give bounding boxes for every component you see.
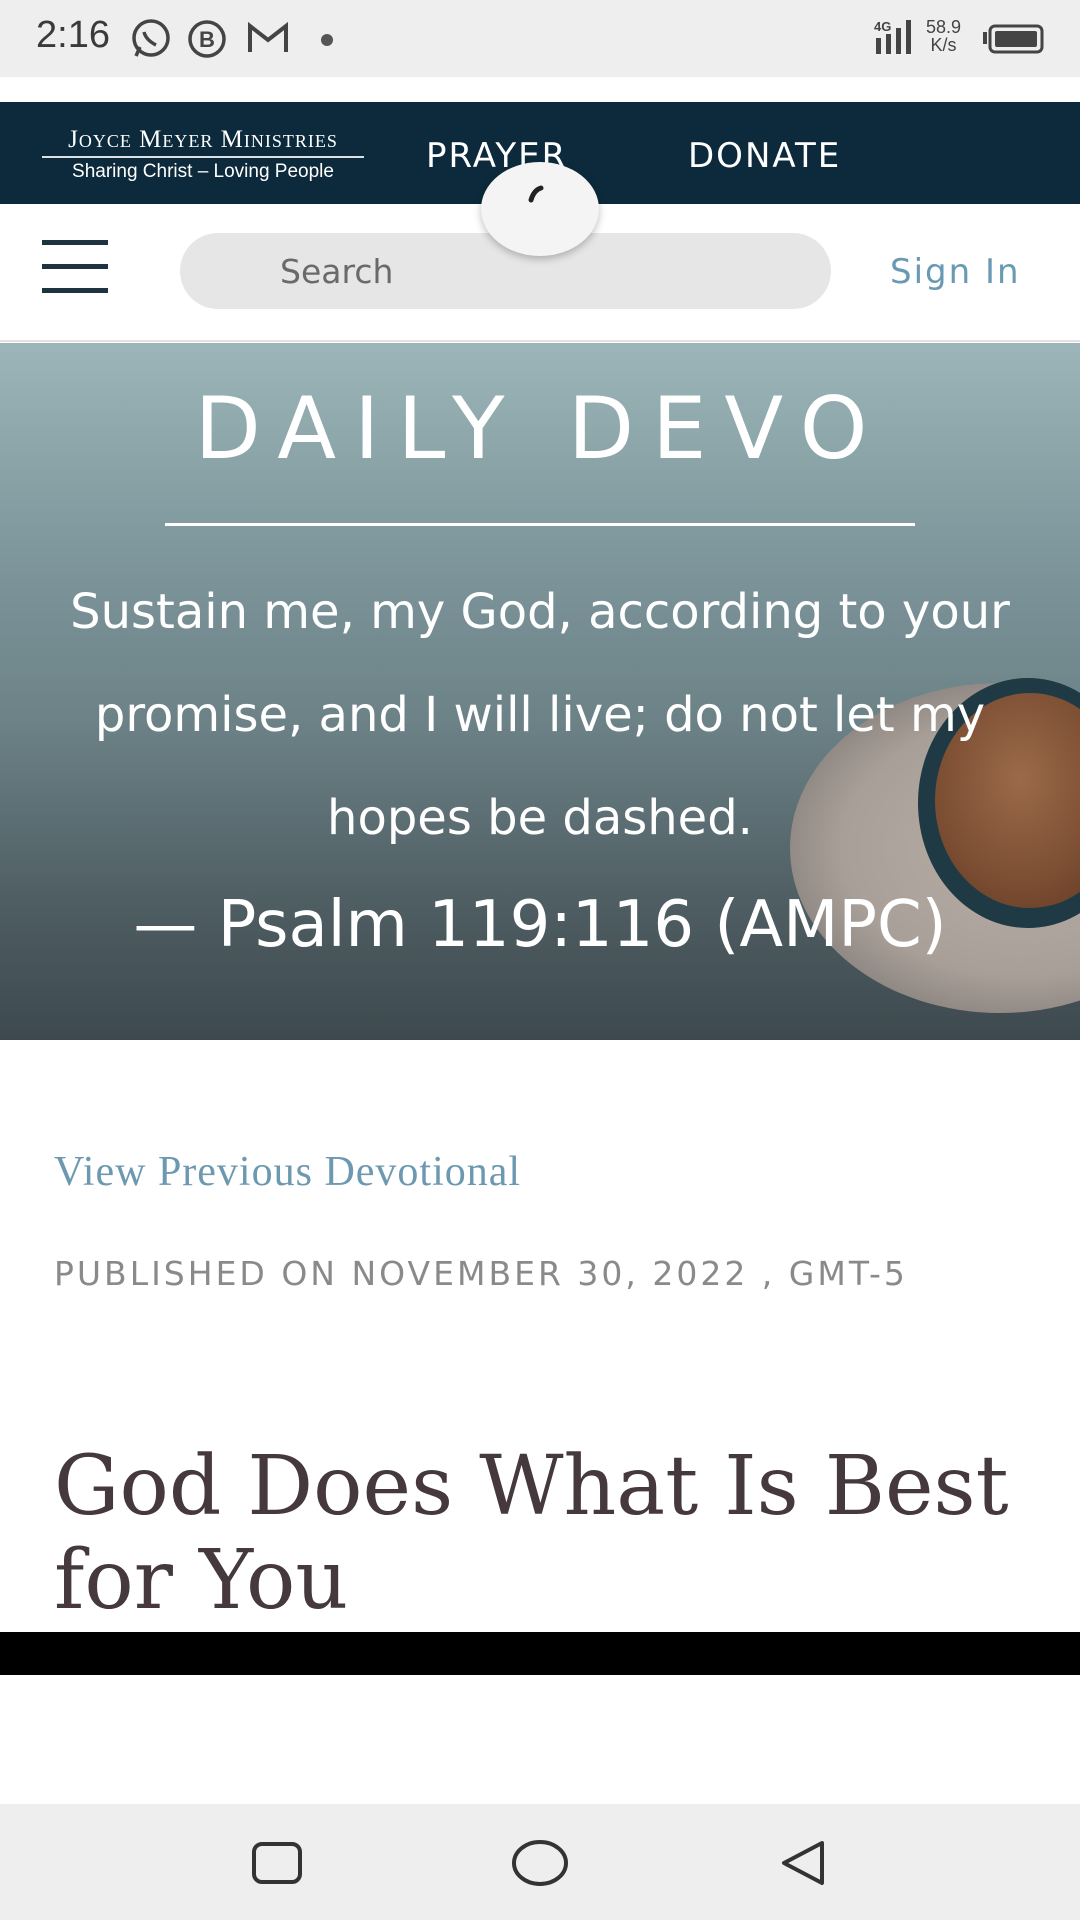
brand-logo[interactable]: Joyce Meyer Ministries Sharing Christ – … bbox=[28, 126, 378, 183]
black-band bbox=[0, 1632, 1080, 1675]
hamburger-menu-icon[interactable] bbox=[42, 240, 108, 294]
net-speed: 58.9 K/s bbox=[926, 18, 961, 54]
hero-divider bbox=[165, 523, 915, 526]
system-nav-bar bbox=[0, 1804, 1080, 1920]
whatsapp-icon bbox=[130, 18, 172, 64]
nav-donate-link[interactable]: DONATE bbox=[688, 136, 841, 176]
back-button-icon[interactable] bbox=[778, 1838, 830, 1892]
view-previous-devotional-link[interactable]: View Previous Devotional bbox=[54, 1148, 521, 1196]
published-date: PUBLISHED ON NOVEMBER 30, 2022 , GMT-5 bbox=[54, 1254, 908, 1293]
dot-icon bbox=[320, 32, 334, 51]
net-speed-value: 58.9 bbox=[926, 17, 962, 37]
hero-verse: Sustain me, my God, according to your pr… bbox=[70, 584, 1010, 846]
brand-tagline: Sharing Christ – Loving People bbox=[72, 161, 334, 182]
hero-title: DAILY DEVO bbox=[194, 379, 886, 479]
b-icon: B bbox=[186, 18, 228, 64]
battery-icon bbox=[982, 24, 1044, 58]
status-time: 2:16 bbox=[36, 14, 110, 56]
sign-in-link[interactable]: Sign In bbox=[890, 252, 1021, 292]
spinner-arc-icon bbox=[528, 185, 544, 203]
daily-devo-hero: DAILY DEVO Sustain me, my God, according… bbox=[0, 343, 1080, 1040]
brand-name: Joyce Meyer Ministries bbox=[68, 126, 338, 153]
article-title: God Does What Is Best for You bbox=[54, 1439, 1009, 1628]
svg-text:B: B bbox=[199, 27, 215, 52]
gmail-icon bbox=[246, 18, 290, 62]
status-bar: 2:16 B 4G 58.9 K/s bbox=[0, 0, 1080, 77]
svg-text:4G: 4G bbox=[874, 19, 891, 34]
net-speed-unit: K/s bbox=[930, 35, 957, 55]
hero-reference: — Psalm 119:116 (AMPC) bbox=[133, 888, 947, 962]
recents-button-icon[interactable] bbox=[250, 1838, 304, 1892]
home-button-icon[interactable] bbox=[510, 1838, 570, 1892]
signal-icon: 4G bbox=[874, 18, 918, 60]
loading-spinner bbox=[481, 162, 599, 256]
brand-rule bbox=[42, 156, 364, 158]
